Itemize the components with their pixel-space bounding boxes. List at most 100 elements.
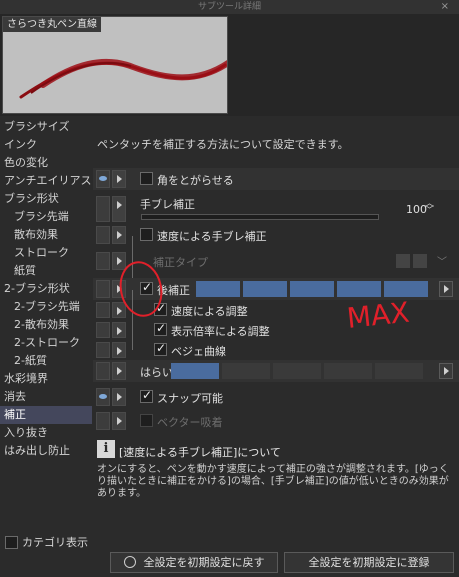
stabilization-spinner[interactable]: ︿ ﹀ [425,200,434,216]
correction-type-label: 補正タイプ [153,256,208,269]
row-vector-snap: ベクター吸着 [93,410,459,432]
snap-checkbox[interactable] [140,388,153,403]
row-harai: はらい [93,360,459,382]
eye-icon[interactable] [96,322,110,338]
sidebar-item-antialias[interactable]: アンチエイリアス [0,172,92,190]
eye-icon[interactable] [96,252,110,270]
level-segment[interactable] [171,363,219,379]
sidebar-item-stroke[interactable]: ストローク [0,244,92,262]
info-icon: i [97,440,115,458]
category-sidebar: ブラシサイズ インク 色の変化 アンチエイリアス ブラシ形状 ブラシ先端 散布効… [0,118,92,552]
sidebar-item-ink[interactable]: インク [0,136,92,154]
sidebar-item-paper[interactable]: 紙質 [0,262,92,280]
spin-down-icon[interactable]: ﹀ [425,206,434,216]
sharp-corners-checkbox[interactable] [140,172,153,185]
expand-arrow-icon[interactable] [112,412,126,430]
post-correction-checkbox[interactable] [140,280,153,295]
sidebar-item-2-paper[interactable]: 2-紙質 [0,352,92,370]
expand-arrow-icon[interactable] [112,302,126,318]
eye-icon[interactable] [96,226,110,244]
eye-icon[interactable] [96,302,110,318]
level-segment[interactable] [337,281,381,297]
expand-arrow-icon[interactable] [112,196,126,222]
close-button[interactable]: × [441,0,449,14]
zoom-adjust-checkbox[interactable] [154,321,167,336]
sidebar-item-2-brush-tip[interactable]: 2-ブラシ先端 [0,298,92,316]
row-speed-adjust: 速度による調整 [93,300,459,320]
sidebar-item-watercolor-edge[interactable]: 水彩境界 [0,370,92,388]
stabilization-value[interactable]: 100 [406,203,427,216]
expand-arrow-icon[interactable] [112,252,126,270]
eye-icon[interactable] [96,196,110,222]
sidebar-item-taper[interactable]: 入り抜き [0,424,92,442]
level-segment[interactable] [375,363,423,379]
expand-arrow-icon[interactable] [112,170,126,188]
category-display-toggle[interactable]: カテゴリ表示 [5,534,88,550]
speed-adjust-label: 速度による調整 [171,305,248,318]
harai-level-bar[interactable] [171,363,423,379]
brush-preview: さらつき丸ペン直線 [2,16,228,114]
level-segment[interactable] [384,281,428,297]
sidebar-item-color-change[interactable]: 色の変化 [0,154,92,172]
eye-icon[interactable] [96,280,110,298]
info-title: [速度による手ブレ補正]について [119,446,281,459]
row-snap: スナップ可能 [93,386,459,408]
bezier-label: ベジェ曲線 [171,345,226,358]
reset-icon [123,556,136,568]
chevron-down-icon[interactable]: ﹀ [437,253,447,268]
reset-all-label: 全設定を初期設定に戻す [143,556,265,569]
row-correction-type: 補正タイプ ﹀ [93,250,459,272]
eye-icon[interactable] [96,388,110,406]
info-body: オンにすると、ペンを動かす速度によって補正の強さが調整されます。[ゆっくり描いた… [97,464,449,499]
level-segment[interactable] [196,281,240,297]
eye-icon[interactable] [96,362,110,380]
level-segment[interactable] [222,363,270,379]
level-segment[interactable] [324,363,372,379]
speed-adjust-checkbox[interactable] [154,301,167,316]
speed-stabilization-label: 速度による手ブレ補正 [157,230,267,243]
bezier-checkbox[interactable] [154,341,167,356]
eye-icon[interactable] [96,342,110,358]
sidebar-item-2-brush-shape[interactable]: 2-ブラシ形状 [0,280,92,298]
sidebar-item-overflow-prevention[interactable]: はみ出し防止 [0,442,92,460]
level-segment[interactable] [273,363,321,379]
expand-arrow-icon[interactable] [112,280,126,298]
sidebar-item-brush-tip[interactable]: ブラシ先端 [0,208,92,226]
sidebar-item-brush-shape[interactable]: ブラシ形状 [0,190,92,208]
category-display-label: カテゴリ表示 [22,536,88,549]
eye-icon[interactable] [96,170,110,188]
sidebar-item-erase[interactable]: 消去 [0,388,92,406]
level-segment[interactable] [243,281,287,297]
window-title: サブツール詳細 [197,2,261,12]
vector-snap-label: ベクター吸着 [157,416,223,429]
row-bezier: ベジェ曲線 [93,340,459,360]
vector-snap-checkbox[interactable] [140,414,153,427]
level-segment[interactable] [290,281,334,297]
register-default-button[interactable]: 全設定を初期設定に登録 [284,552,454,573]
post-correction-level-bar[interactable] [196,281,428,297]
stabilization-slider[interactable] [141,214,379,220]
sidebar-item-2-spray[interactable]: 2-散布効果 [0,316,92,334]
chevron-right-icon[interactable] [439,363,453,379]
chevron-right-icon[interactable] [439,281,453,297]
info-box: i [速度による手ブレ補正]について オンにすると、ペンを動かす速度によって補正… [93,432,459,544]
expand-arrow-icon[interactable] [112,322,126,338]
sidebar-item-2-stroke[interactable]: 2-ストローク [0,334,92,352]
snap-label: スナップ可能 [157,392,223,405]
row-stabilization: 手ブレ補正 [93,194,459,226]
expand-arrow-icon[interactable] [112,342,126,358]
reset-all-button[interactable]: 全設定を初期設定に戻す [110,552,278,573]
sidebar-item-correction[interactable]: 補正 [0,406,92,424]
sidebar-item-spray[interactable]: 散布効果 [0,226,92,244]
stabilization-label: 手ブレ補正 [140,198,195,211]
sidebar-item-brush-size[interactable]: ブラシサイズ [0,118,92,136]
category-display-checkbox[interactable] [5,535,18,549]
row-zoom-adjust: 表示倍率による調整 [93,320,459,340]
window-titlebar: サブツール詳細 × [0,0,459,14]
eye-icon[interactable] [96,412,110,430]
expand-arrow-icon[interactable] [112,362,126,380]
expand-arrow-icon[interactable] [112,388,126,406]
expand-arrow-icon[interactable] [112,226,126,244]
footer: 全設定を初期設定に戻す 全設定を初期設定に登録 [0,552,459,577]
speed-stabilization-checkbox[interactable] [140,228,153,241]
